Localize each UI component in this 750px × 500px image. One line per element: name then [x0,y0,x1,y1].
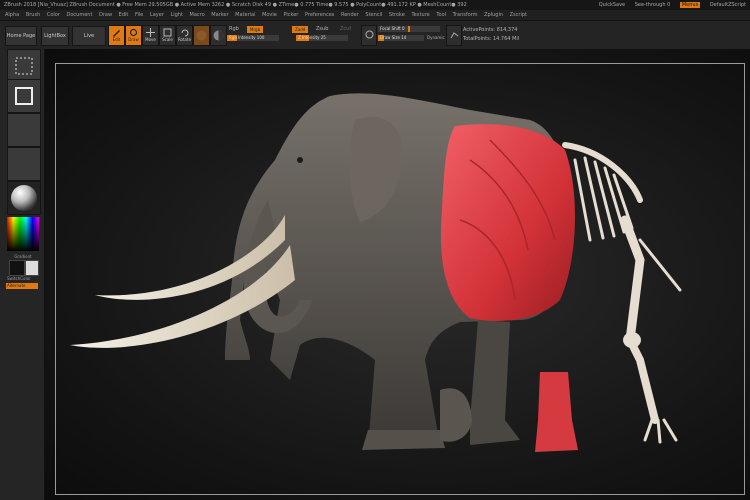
elephant-rear-leg [470,320,520,445]
muscle-layer [440,124,576,321]
raised-foot [440,388,472,442]
elephant-eye [297,157,303,163]
muscle-lower-leg [535,372,578,452]
elephant-model[interactable] [0,0,750,500]
skeleton [562,142,682,444]
front-foot [362,430,445,450]
knee-joint [623,332,641,348]
